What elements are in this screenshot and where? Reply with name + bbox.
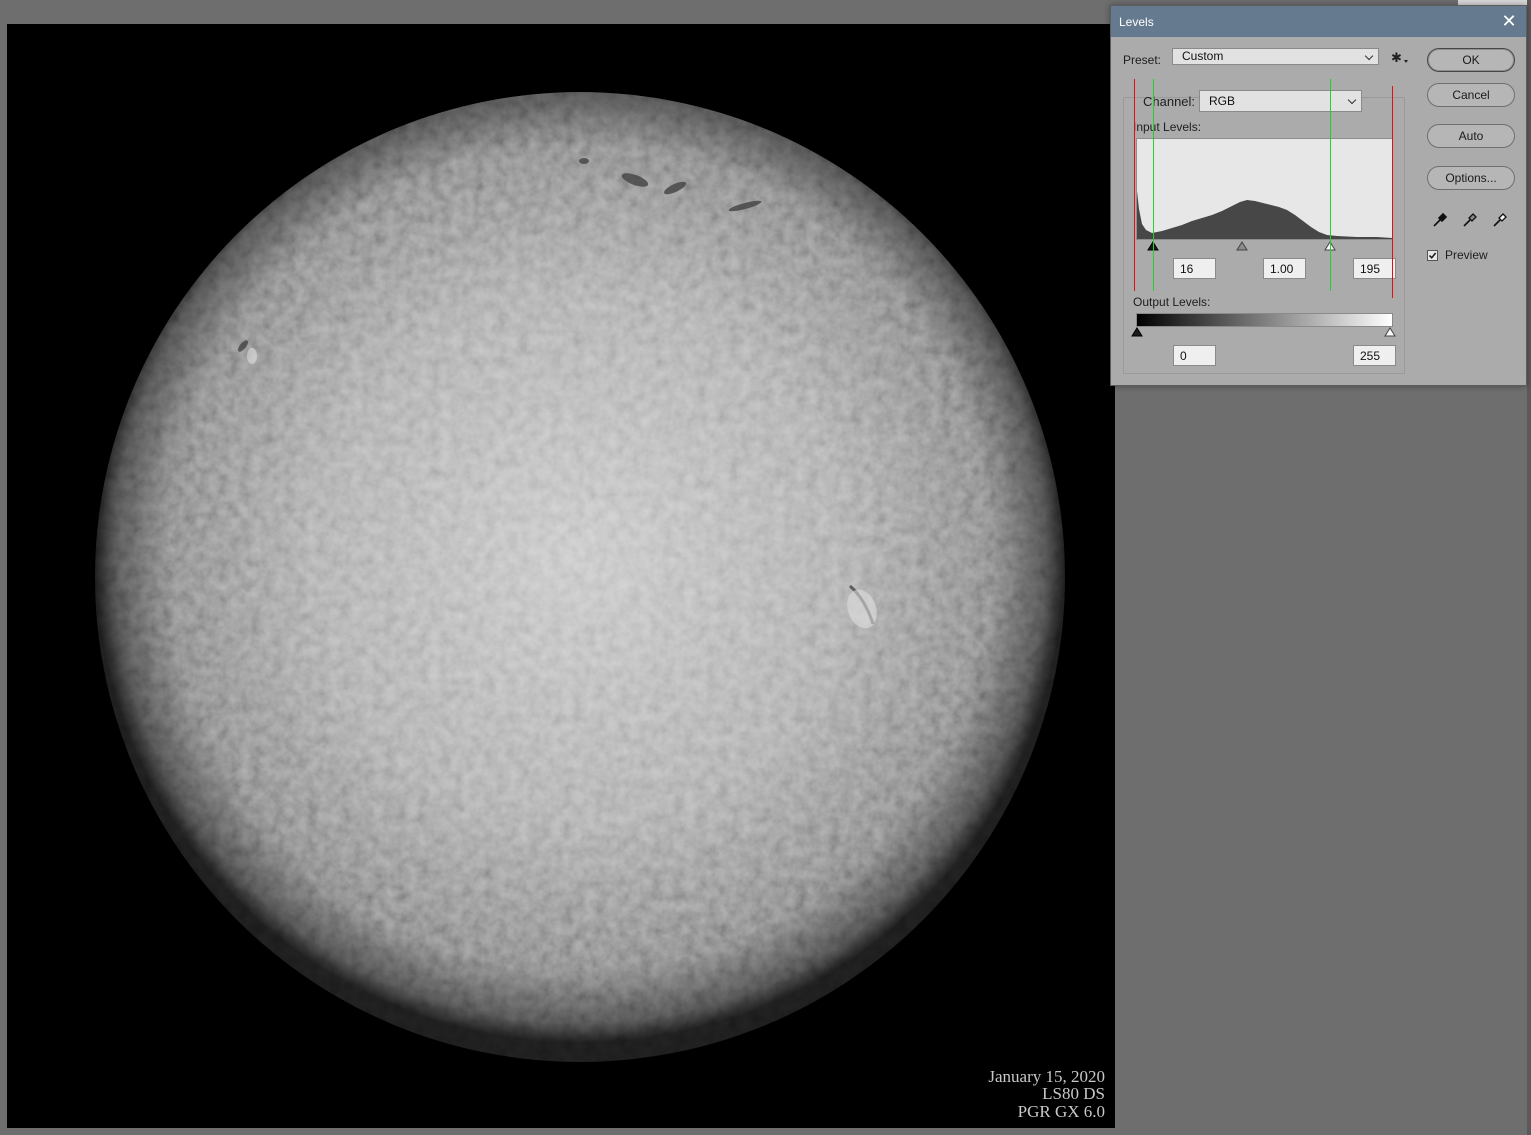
channel-value: RGB bbox=[1209, 94, 1236, 108]
output-gradient-bar bbox=[1136, 313, 1393, 327]
options-button[interactable]: Options... bbox=[1427, 166, 1515, 190]
chevron-down-icon bbox=[1364, 51, 1374, 60]
caption-date: January 15, 2020 bbox=[988, 1066, 1105, 1086]
sun-image bbox=[95, 92, 1065, 1062]
output-white-slider[interactable] bbox=[1384, 327, 1396, 338]
input-gamma-slider[interactable] bbox=[1236, 241, 1248, 252]
input-gamma-field[interactable]: 1.00 bbox=[1263, 258, 1306, 279]
caption-camera: PGR GX 6.0 bbox=[1017, 1101, 1105, 1121]
levels-dialog[interactable]: Levels ✕ Preset: Custom ✱ Channel: RGB I… bbox=[1110, 5, 1527, 386]
caption-telescope: LS80 DS bbox=[1042, 1084, 1105, 1103]
input-white-field[interactable]: 195 bbox=[1353, 258, 1396, 279]
black-clip-guide bbox=[1153, 79, 1154, 291]
close-icon[interactable]: ✕ bbox=[1498, 10, 1520, 32]
channel-label: Channel: bbox=[1143, 94, 1196, 109]
input-levels-label: Input Levels: bbox=[1133, 120, 1202, 134]
black-point-guide bbox=[1134, 79, 1135, 291]
ok-button[interactable]: OK bbox=[1427, 48, 1515, 72]
output-white-field[interactable]: 255 bbox=[1353, 345, 1396, 366]
workspace-edge bbox=[1527, 0, 1531, 1135]
white-clip-guide bbox=[1330, 79, 1331, 291]
checkmark-icon bbox=[1428, 252, 1437, 259]
white-point-guide bbox=[1392, 86, 1393, 298]
auto-button[interactable]: Auto bbox=[1427, 124, 1515, 148]
input-black-field[interactable]: 16 bbox=[1173, 258, 1216, 279]
document-canvas[interactable]: January 15, 2020 LS80 DS PGR GX 6.0 bbox=[7, 24, 1115, 1128]
chevron-down-icon bbox=[1347, 95, 1357, 105]
histogram bbox=[1136, 138, 1393, 240]
dialog-title: Levels bbox=[1119, 15, 1154, 29]
preview-label: Preview bbox=[1445, 248, 1488, 262]
gray-eyedropper-icon[interactable] bbox=[1461, 211, 1479, 229]
preset-select[interactable]: Custom bbox=[1172, 48, 1379, 65]
histogram-graph bbox=[1137, 191, 1392, 239]
black-eyedropper-icon[interactable] bbox=[1431, 211, 1449, 229]
output-black-field[interactable]: 0 bbox=[1173, 345, 1216, 366]
preview-checkbox[interactable] bbox=[1427, 250, 1438, 261]
gear-icon[interactable]: ✱ bbox=[1391, 50, 1402, 66]
cancel-button[interactable]: Cancel bbox=[1427, 83, 1515, 107]
image-caption: January 15, 2020 LS80 DS PGR GX 6.0 bbox=[988, 1066, 1105, 1121]
output-black-slider[interactable] bbox=[1131, 327, 1143, 338]
preset-value: Custom bbox=[1182, 49, 1224, 63]
output-levels-label: Output Levels: bbox=[1133, 295, 1211, 309]
dialog-titlebar[interactable]: Levels ✕ bbox=[1111, 6, 1526, 37]
preset-label: Preset: bbox=[1123, 53, 1162, 67]
gear-menu-caret-icon[interactable] bbox=[1404, 60, 1408, 63]
white-eyedropper-icon[interactable] bbox=[1491, 211, 1509, 229]
channel-select[interactable]: RGB bbox=[1199, 90, 1362, 112]
